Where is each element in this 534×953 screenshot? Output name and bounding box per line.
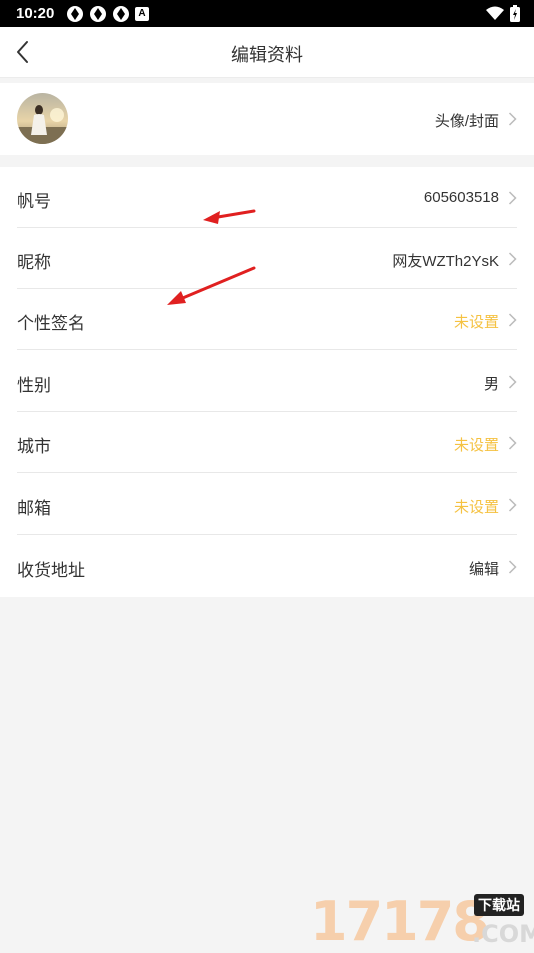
row-value: 未设置 [453,499,499,516]
row-value: 男 [483,376,499,393]
row-value: 网友WZTh2YsK [392,253,499,270]
app-notification-icon [67,6,83,22]
row-email[interactable]: 邮箱 未设置 [0,474,534,535]
chevron-right-icon [508,498,517,512]
page-title: 编辑资料 [231,45,303,65]
row-nickname[interactable]: 昵称 网友WZTh2YsK [0,228,534,289]
avatar[interactable] [17,93,68,144]
chevron-right-icon [508,375,517,389]
watermark-domain: .COM [472,920,534,948]
app-notification-icon [113,6,129,22]
row-label: 个性签名 [17,314,85,333]
battery-icon [510,5,520,22]
chevron-right-icon [508,112,517,126]
avatar-image [17,93,68,144]
chevron-right-icon [508,252,517,266]
row-label: 收货地址 [17,561,85,580]
chevron-right-icon [508,560,517,574]
profile-field-list: 帆号 605603518 昵称 网友WZTh2YsK 个性签名 未设置 性别 男… [0,167,534,597]
watermark-number: 17178 [310,890,490,953]
chevron-right-icon [508,191,517,205]
avatar-cover-label: 头像/封面 [434,113,499,130]
row-value: 605603518 [423,189,499,206]
divider [17,349,517,350]
divider [17,472,517,473]
divider [17,534,517,535]
notification-icons: A [66,5,149,23]
row-label: 邮箱 [17,499,51,518]
row-label: 性别 [17,376,51,395]
row-value: 未设置 [453,437,499,454]
wifi-icon [486,6,504,20]
status-time: 10:20 [16,5,55,22]
row-value: 编辑 [468,561,499,578]
row-account-number[interactable]: 帆号 605603518 [0,167,534,228]
chevron-right-icon [508,313,517,327]
watermark-badge: 下载站 [474,894,524,916]
status-bar: 10:20 A [0,0,534,27]
row-label: 昵称 [17,253,51,272]
nav-bar: 编辑资料 [0,27,534,78]
row-label: 帆号 [17,192,51,211]
row-gender[interactable]: 性别 男 [0,351,534,412]
chevron-right-icon [508,436,517,450]
watermark-logo: 17178 下载站 .COM [310,886,534,953]
row-signature[interactable]: 个性签名 未设置 [0,289,534,350]
row-label: 城市 [17,437,51,456]
avatar-cover-row[interactable]: 头像/封面 [0,83,534,155]
row-value: 未设置 [453,314,499,331]
badge-notification-icon: A [135,7,149,21]
system-status-icons [486,5,520,22]
row-city[interactable]: 城市 未设置 [0,412,534,473]
app-notification-icon [90,6,106,22]
row-shipping-address[interactable]: 收货地址 编辑 [0,536,534,597]
